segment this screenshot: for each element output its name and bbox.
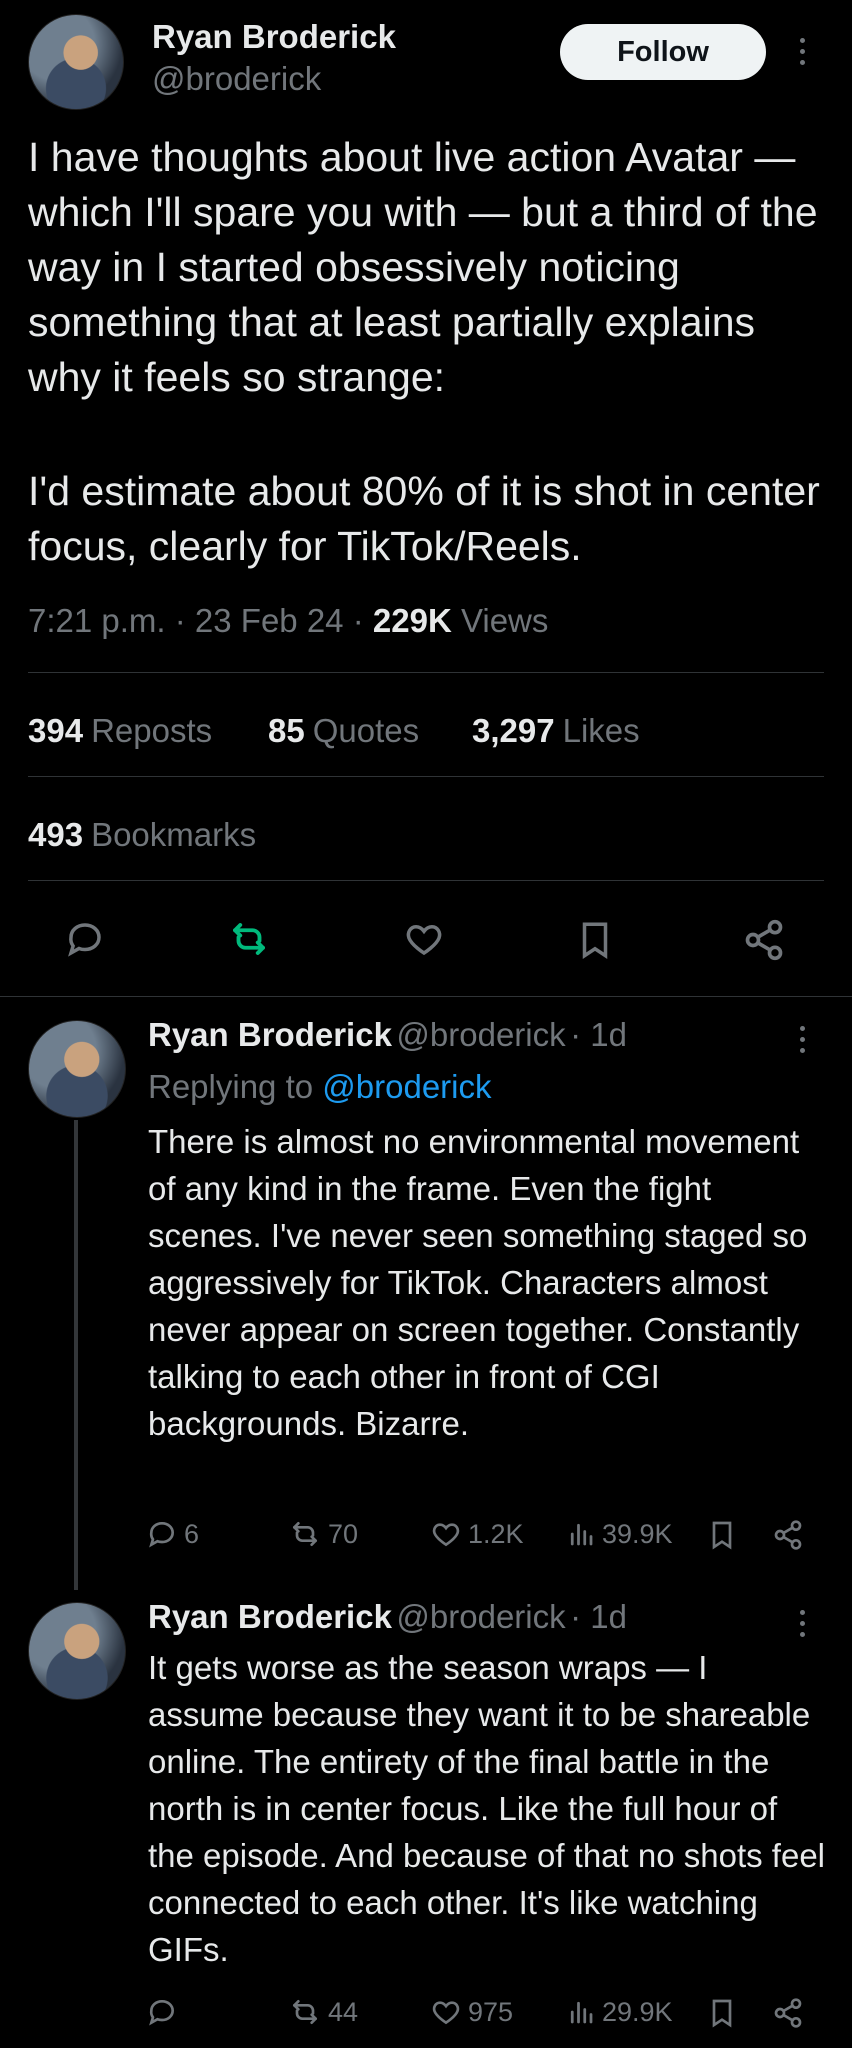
views-icon xyxy=(570,2001,593,2024)
like-icon xyxy=(406,924,442,956)
views-icon xyxy=(570,1523,593,1546)
reply-icon xyxy=(149,1999,175,2026)
reply-author-handle[interactable]: @broderick xyxy=(396,1016,565,1053)
tweet-meta: 7:21 p.m. · 23 Feb 24 · 229K Views xyxy=(28,602,549,639)
tweet-text-paragraph-1: I have thoughts about live action Avatar… xyxy=(28,134,829,400)
quotes-count: 85 xyxy=(268,712,305,749)
bookmarks-label: Bookmarks xyxy=(91,816,257,853)
reply-author-name[interactable]: Ryan Broderick xyxy=(148,1016,392,1053)
share-button[interactable] xyxy=(742,918,786,962)
bookmarks-stat[interactable]: 493 Bookmarks xyxy=(28,816,256,854)
divider xyxy=(0,996,852,997)
reply-repost-button[interactable]: 70 xyxy=(288,1518,358,1550)
view-count: 29.9K xyxy=(602,1996,673,2027)
reply-share-button[interactable] xyxy=(772,1518,804,1552)
likes-stat[interactable]: 3,297 Likes xyxy=(472,712,640,750)
reply-share-button[interactable] xyxy=(772,1996,804,2030)
views-count: 229K xyxy=(372,602,452,639)
like-count: 1.2K xyxy=(468,1518,524,1549)
reply-repost-button[interactable]: 44 xyxy=(288,1996,358,2028)
reply-reply-button[interactable]: 6 xyxy=(146,1518,199,1550)
tweet-time[interactable]: 7:21 p.m. xyxy=(28,602,166,639)
reply-avatar[interactable] xyxy=(28,1020,126,1118)
bookmark-button[interactable] xyxy=(574,918,616,962)
follow-button[interactable]: Follow xyxy=(560,24,766,80)
reply-icon xyxy=(68,923,101,957)
reply-header: Ryan Broderick @broderick · 1d xyxy=(148,1016,627,1054)
reply-bookmark-button[interactable] xyxy=(706,1996,738,2030)
reply-reply-button[interactable] xyxy=(146,1996,184,2028)
reply-avatar[interactable] xyxy=(28,1602,126,1700)
replying-to-label: Replying to xyxy=(148,1068,314,1105)
share-icon xyxy=(774,1998,802,2028)
reply-bookmark-button[interactable] xyxy=(706,1518,738,1552)
likes-label: Likes xyxy=(562,712,640,749)
views-label: Views xyxy=(460,602,549,639)
thread-connector xyxy=(74,1120,78,1590)
bookmark-icon xyxy=(582,922,608,960)
view-count: 39.9K xyxy=(602,1518,673,1549)
reposts-label: Reposts xyxy=(91,712,213,749)
like-icon xyxy=(432,2001,460,2025)
like-button[interactable] xyxy=(402,918,446,960)
divider xyxy=(28,880,824,881)
reply-views-button[interactable]: 39.9K xyxy=(566,1518,673,1550)
repost-icon xyxy=(293,1522,317,1546)
reply-icon xyxy=(149,1521,175,1548)
reply-like-button[interactable]: 975 xyxy=(430,1996,513,2028)
replying-to: Replying to @broderick xyxy=(148,1068,492,1106)
divider xyxy=(28,672,824,673)
reply-author-name[interactable]: Ryan Broderick xyxy=(148,1598,392,1635)
more-options-icon[interactable] xyxy=(800,38,805,65)
divider xyxy=(28,776,824,777)
share-icon xyxy=(774,1520,802,1550)
author-name[interactable]: Ryan Broderick xyxy=(152,18,396,56)
share-icon xyxy=(745,919,783,961)
tweet-text-paragraph-2: I'd estimate about 80% of it is shot in … xyxy=(28,468,832,569)
reposts-stat[interactable]: 394 Reposts xyxy=(28,712,212,750)
reply-author-handle[interactable]: @broderick xyxy=(396,1598,565,1635)
like-icon xyxy=(432,1523,460,1547)
reply-button[interactable] xyxy=(64,918,106,960)
reply-views-button[interactable]: 29.9K xyxy=(566,1996,673,2028)
reply-more-options-icon[interactable] xyxy=(800,1026,805,1053)
repost-count: 70 xyxy=(328,1518,359,1549)
reply-age[interactable]: · 1d xyxy=(570,1598,627,1635)
author-handle[interactable]: @broderick xyxy=(152,60,321,98)
reply-like-button[interactable]: 1.2K xyxy=(430,1518,524,1550)
reply-header: Ryan Broderick @broderick · 1d xyxy=(148,1598,627,1636)
replying-to-handle[interactable]: @broderick xyxy=(322,1068,491,1105)
reposts-count: 394 xyxy=(28,712,84,749)
quotes-label: Quotes xyxy=(312,712,420,749)
like-count: 975 xyxy=(468,1996,514,2027)
reply-age[interactable]: · 1d xyxy=(570,1016,627,1053)
repost-count: 44 xyxy=(328,1996,359,2027)
reply-more-options-icon[interactable] xyxy=(800,1610,805,1637)
author-avatar[interactable] xyxy=(28,14,124,110)
reply-count: 6 xyxy=(184,1518,200,1549)
reply-text: There is almost no environmental movemen… xyxy=(148,1123,808,1442)
tweet-date[interactable]: 23 Feb 24 xyxy=(195,602,344,639)
likes-count: 3,297 xyxy=(472,712,555,749)
bookmark-icon xyxy=(712,1999,732,2028)
bookmarks-count: 493 xyxy=(28,816,84,853)
repost-button[interactable] xyxy=(226,918,272,960)
repost-icon xyxy=(233,923,265,955)
reply-text: It gets worse as the season wraps — I as… xyxy=(148,1649,825,1968)
repost-icon xyxy=(293,2000,317,2024)
quotes-stat[interactable]: 85 Quotes xyxy=(268,712,419,750)
bookmark-icon xyxy=(712,1521,732,1550)
